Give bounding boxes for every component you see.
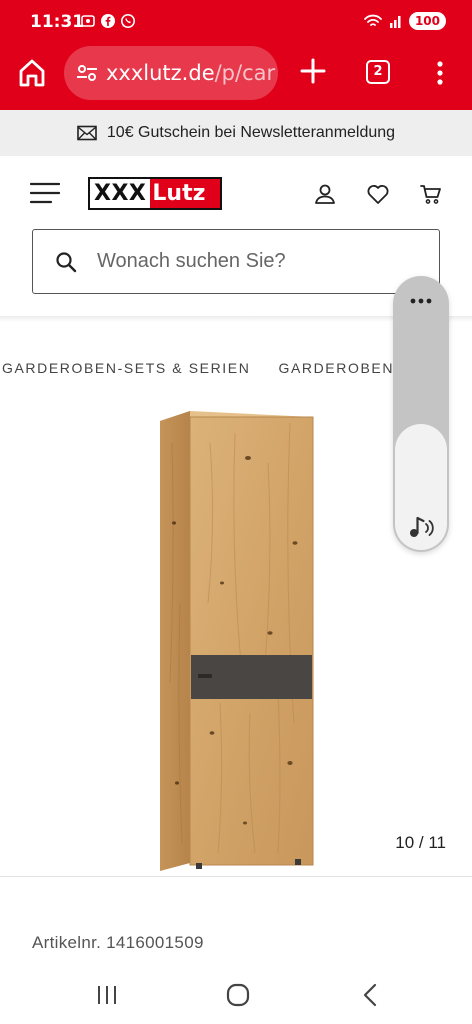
mail-icon [77,125,97,141]
tab-switcher-button[interactable]: 2 [366,60,390,84]
site-settings-icon[interactable] [76,63,98,83]
screenshot-icon [81,15,95,27]
whatsapp-icon [121,14,135,28]
newsletter-banner[interactable]: 10€ Gutschein bei Newsletteranmeldung [0,110,472,156]
article-number: Artikelnr. 1416001509 [32,933,204,952]
address-bar[interactable]: xxxlutz.de/p/car [64,46,278,100]
new-tab-icon[interactable] [298,56,328,86]
url-path: /p/car [214,61,276,85]
status-right: 100 [363,12,446,30]
image-counter: 10 / 11 [395,833,446,852]
audio-icon[interactable] [407,514,435,540]
breadcrumb-item[interactable]: GARDEROBEN [278,360,394,376]
signal-icon [389,16,401,28]
cart-icon[interactable] [419,182,443,206]
status-time: 11:31 [30,12,85,32]
floating-audio-widget[interactable] [393,276,449,552]
browser-toolbar: xxxlutz.de/p/car 2 [0,44,472,104]
back-icon[interactable] [358,982,384,1008]
breadcrumb-item[interactable]: GARDEROBEN-SETS & SERIEN [2,360,250,376]
notification-icons [80,13,136,29]
breadcrumb: GARDEROBEN-SETS & SERIEN GARDEROBEN [2,358,394,378]
search-box[interactable] [32,229,440,294]
home-icon[interactable] [18,58,46,88]
widget-slider-knob[interactable] [395,424,447,550]
site-logo[interactable]: XXX Lutz [88,177,222,210]
user-icon[interactable] [313,182,337,206]
battery-badge: 100 [408,12,446,30]
system-nav-bar [0,972,472,1024]
more-options-icon[interactable] [430,58,450,88]
status-bar: 11:31 100 [0,0,472,44]
product-image[interactable] [150,403,325,871]
divider [0,876,472,877]
search-input[interactable] [97,250,387,273]
wifi-icon [364,14,382,26]
url-text: xxxlutz.de/p/car [106,61,275,85]
heart-icon[interactable] [366,182,390,206]
url-domain: xxxlutz.de [106,61,215,85]
menu-icon[interactable] [30,182,60,204]
browser-chrome: 11:31 100 xxxlutz.de/p/car 2 [0,0,472,110]
search-icon[interactable] [55,251,77,273]
recent-apps-icon[interactable] [94,982,120,1008]
banner-text: 10€ Gutschein bei Newsletteranmeldung [106,124,396,141]
logo-xxx: XXX [90,179,151,208]
facebook-icon [101,14,115,28]
more-dots-icon[interactable] [409,298,433,304]
logo-lutz: Lutz [150,179,220,208]
home-nav-icon[interactable] [225,982,251,1008]
